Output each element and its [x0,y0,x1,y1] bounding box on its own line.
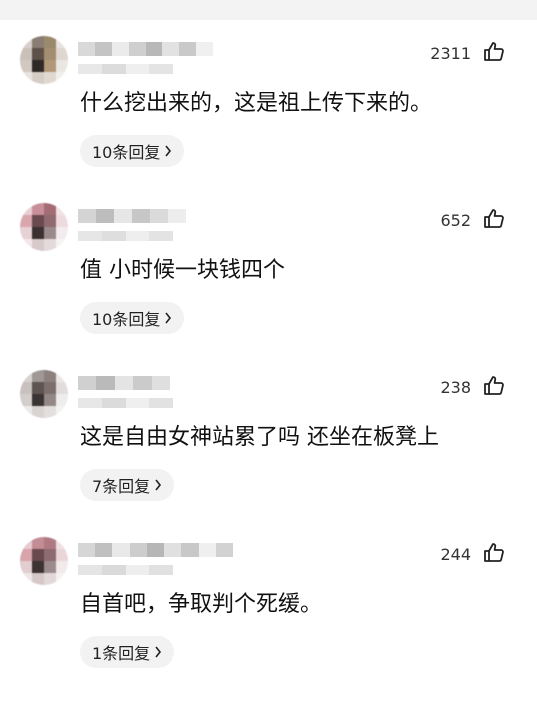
view-replies-button[interactable]: 10条回复 [80,135,185,167]
thumbs-up-icon[interactable] [482,40,506,64]
replies-label: 1条回复 [92,644,151,663]
avatar[interactable] [20,36,68,84]
avatar[interactable] [20,537,68,585]
user-meta-blurred [78,398,173,408]
like-count: 2311 [430,44,471,63]
user-meta-blurred [78,565,173,575]
comment-item: 2311 什么挖出来的，这是祖上传下来的。 10条回复 [0,34,537,201]
user-meta-blurred [78,231,173,241]
avatar[interactable] [20,203,68,251]
comment-item: 652 值 小时候一块钱四个 10条回复 [0,201,537,368]
thumbs-up-icon[interactable] [482,207,506,231]
comment-item: 238 这是自由女神站累了吗 还坐在板凳上 7条回复 [0,368,537,535]
username-blurred[interactable] [78,209,186,223]
view-replies-button[interactable]: 10条回复 [80,302,185,334]
thumbs-up-icon[interactable] [482,541,506,565]
replies-label: 7条回复 [92,477,151,496]
top-divider [0,0,537,20]
chevron-right-icon [155,646,162,658]
comment-text: 自首吧，争取判个死缓。 [80,592,323,617]
view-replies-button[interactable]: 1条回复 [80,636,175,668]
view-replies-button[interactable]: 7条回复 [80,469,175,501]
like-count: 244 [440,545,471,564]
chevron-right-icon [165,312,172,324]
chevron-right-icon [165,145,172,157]
username-blurred[interactable] [78,543,233,557]
username-blurred[interactable] [78,42,213,56]
like-count: 238 [440,378,471,397]
thumbs-up-icon[interactable] [482,374,506,398]
like-count: 652 [440,211,471,230]
avatar[interactable] [20,370,68,418]
comment-text: 什么挖出来的，这是祖上传下来的。 [80,91,433,116]
chevron-right-icon [155,479,162,491]
username-blurred[interactable] [78,376,171,390]
comment-item: 244 自首吧，争取判个死缓。 1条回复 [0,535,537,702]
comment-text: 值 小时候一块钱四个 [80,258,285,283]
replies-label: 10条回复 [92,143,161,162]
comment-text: 这是自由女神站累了吗 还坐在板凳上 [80,425,439,450]
user-meta-blurred [78,64,173,74]
replies-label: 10条回复 [92,310,161,329]
